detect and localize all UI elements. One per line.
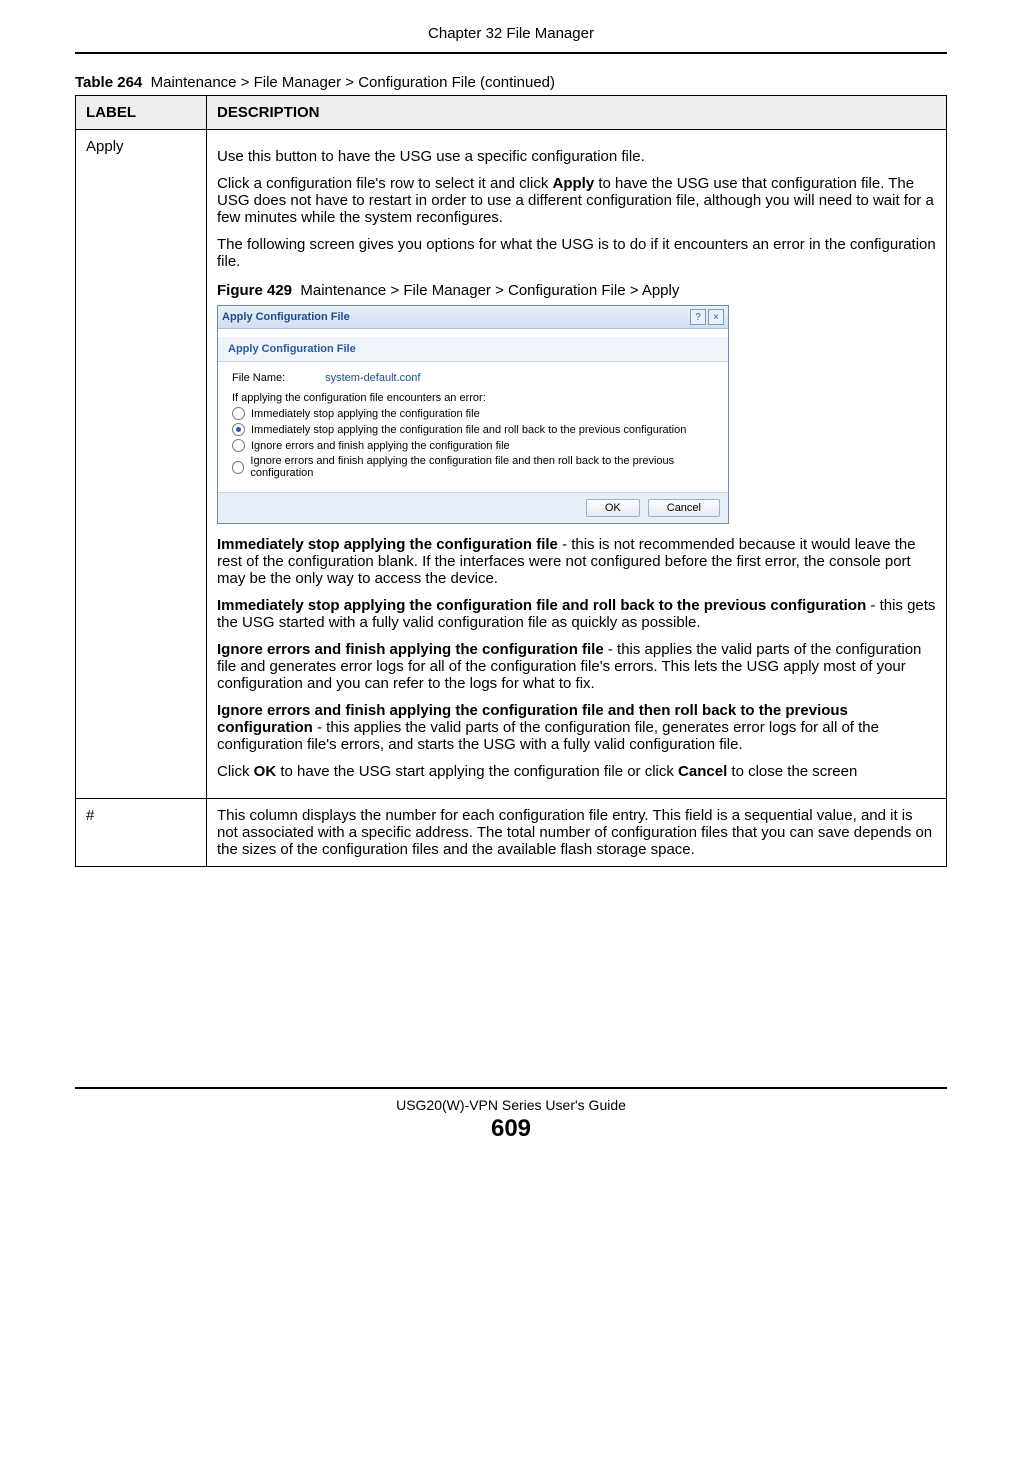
radio-option-3[interactable]: Ignore errors and finish applying the co… [232,439,714,452]
option-2-desc: Immediately stop applying the configurat… [217,597,936,631]
radio-icon[interactable] [232,439,245,452]
radio-icon[interactable] [232,423,245,436]
apply-para-3: The following screen gives you options f… [217,236,936,270]
dialog-section-title: Apply Configuration File [218,337,728,362]
table-number: Table 264 [75,74,142,91]
label-cell-hash: # [76,799,207,867]
figure-caption: Figure 429 Maintenance > File Manager > … [217,282,936,299]
header-label: LABEL [76,96,207,130]
table-caption: Table 264 Maintenance > File Manager > C… [75,74,947,91]
close-icon[interactable]: × [708,309,724,325]
radio-label-2: Immediately stop applying the configurat… [251,424,686,436]
help-icon[interactable]: ? [690,309,706,325]
config-file-table: LABEL DESCRIPTION Apply Use this button … [75,95,947,867]
label-cell-apply: Apply [76,130,207,799]
file-name-label: File Name: [232,372,322,384]
radio-label-1: Immediately stop applying the configurat… [251,408,480,420]
radio-option-2[interactable]: Immediately stop applying the configurat… [232,423,714,436]
ok-cancel-desc: Click OK to have the USG start applying … [217,763,936,780]
table-caption-text: Maintenance > File Manager > Configurati… [151,74,555,91]
option-4-desc: Ignore errors and finish applying the co… [217,702,936,753]
dialog-title: Apply Configuration File [222,311,350,323]
table-row: Apply Use this button to have the USG us… [76,130,947,799]
figure-number: Figure 429 [217,282,292,299]
apply-config-dialog: Apply Configuration File ? × Apply Confi… [217,305,729,524]
radio-label-3: Ignore errors and finish applying the co… [251,440,510,452]
radio-option-4[interactable]: Ignore errors and finish applying the co… [232,455,714,479]
file-name-value: system-default.conf [325,372,420,384]
file-name-row: File Name: system-default.conf [232,372,714,384]
table-row: # This column displays the number for ea… [76,799,947,867]
dialog-button-bar: OK Cancel [218,492,728,523]
footer-page-number: 609 [75,1115,947,1143]
radio-option-1[interactable]: Immediately stop applying the configurat… [232,407,714,420]
page-footer: USG20(W)-VPN Series User's Guide 609 [75,1087,947,1143]
radio-label-4: Ignore errors and finish applying the co… [250,455,714,479]
ok-button[interactable]: OK [586,499,640,517]
option-3-desc: Ignore errors and finish applying the co… [217,641,936,692]
option-1-desc: Immediately stop applying the configurat… [217,536,936,587]
radio-icon[interactable] [232,461,244,474]
description-cell-hash: This column displays the number for each… [207,799,947,867]
dialog-titlebar: Apply Configuration File ? × [218,306,728,329]
header-description: DESCRIPTION [207,96,947,130]
error-prompt: If applying the configuration file encou… [232,392,714,404]
apply-para-2: Click a configuration file's row to sele… [217,175,936,226]
footer-guide-title: USG20(W)-VPN Series User's Guide [75,1097,947,1113]
cancel-button[interactable]: Cancel [648,499,720,517]
chapter-title: Chapter 32 File Manager [75,25,947,54]
description-cell-apply: Use this button to have the USG use a sp… [207,130,947,799]
figure-caption-text: Maintenance > File Manager > Configurati… [300,282,679,299]
apply-para-1: Use this button to have the USG use a sp… [217,148,936,165]
table-header-row: LABEL DESCRIPTION [76,96,947,130]
radio-icon[interactable] [232,407,245,420]
